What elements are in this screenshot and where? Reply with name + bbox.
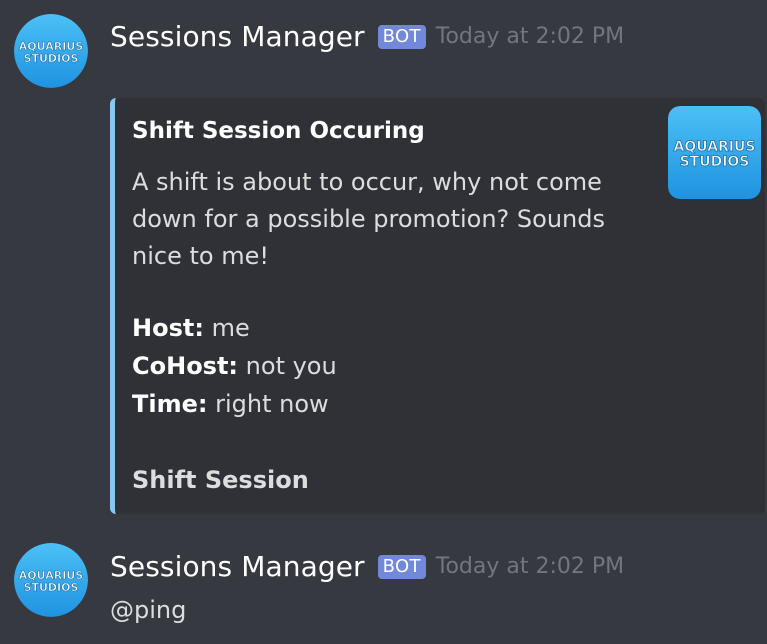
bot-badge: BOT [377,554,426,579]
author-name[interactable]: Sessions Manager [110,550,365,583]
field-name: Host: [132,314,204,342]
aquarius-studios-logo-icon: AQUARIUS STUDIOS [668,106,761,199]
embed-footer: Shift Session [132,466,309,494]
avatar[interactable]: AQUARIUS STUDIOS [14,14,88,88]
embed-field-time: Time: right now [132,390,329,418]
timestamp: Today at 2:02 PM [435,554,625,579]
embed-field-cohost: CoHost: not you [132,352,337,380]
field-name: CoHost: [132,352,239,380]
timestamp: Today at 2:02 PM [435,24,625,49]
message-header: Sessions Manager BOT Today at 2:02 PM [110,20,624,53]
embed-description: A shift is about to occur, why not come … [132,168,605,270]
aquarius-studios-logo-icon: AQUARIUS STUDIOS [14,543,88,617]
author-name[interactable]: Sessions Manager [110,20,365,53]
avatar-logo-line2: STUDIOS [24,52,79,65]
message-content: @ping [110,596,187,624]
embed-field-host: Host: me [132,314,250,342]
field-value: right now [215,390,329,418]
message-header: Sessions Manager BOT Today at 2:02 PM [110,550,624,583]
avatar-logo-line2: STUDIOS [24,581,79,594]
embed-thumbnail[interactable]: AQUARIUS STUDIOS [668,106,761,199]
thumbnail-logo-line1: AQUARIUS [674,139,756,155]
bot-badge: BOT [377,24,426,49]
field-value: not you [245,352,337,380]
avatar[interactable]: AQUARIUS STUDIOS [14,543,88,617]
thumbnail-logo-line2: STUDIOS [680,154,750,170]
embed: Shift Session Occuring A shift is about … [110,98,765,514]
embed-title: Shift Session Occuring [132,118,425,144]
aquarius-studios-logo-icon: AQUARIUS STUDIOS [14,14,88,88]
field-name: Time: [132,390,208,418]
field-value: me [211,314,250,342]
